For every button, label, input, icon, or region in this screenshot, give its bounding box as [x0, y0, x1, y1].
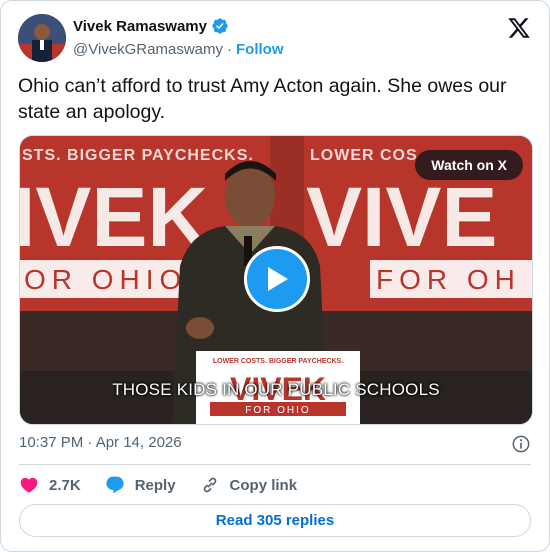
- banner-right-sub: FOR OH: [376, 264, 521, 295]
- author-handle[interactable]: @VivekGRamaswamy: [73, 41, 223, 58]
- author-handle-row: @VivekGRamaswamy · Follow: [73, 41, 284, 58]
- author-name-row: Vivek Ramaswamy: [73, 17, 229, 35]
- banner-right-big: VIVE: [306, 170, 497, 264]
- banner-left-top: STS. BIGGER PAYCHECKS.: [22, 147, 254, 164]
- banner-right-top: LOWER COS: [310, 147, 418, 164]
- action-bar: 2.7K Reply Copy link: [19, 473, 321, 497]
- banner-left-sub: OR OHIO: [24, 264, 187, 295]
- follow-button[interactable]: Follow: [236, 41, 284, 58]
- play-icon: [268, 267, 288, 291]
- video-caption: THOSE KIDS IN OUR PUBLIC SCHOOLS: [112, 380, 440, 399]
- reply-label: Reply: [134, 476, 176, 494]
- reply-button[interactable]: Reply: [105, 475, 176, 495]
- banner-left-big: IVEK: [20, 170, 208, 264]
- x-logo-icon[interactable]: [507, 16, 531, 40]
- read-replies-button[interactable]: Read 305 replies: [19, 504, 531, 537]
- copy-link-label: Copy link: [229, 476, 298, 494]
- reply-bubble-icon: [106, 476, 124, 494]
- video-media[interactable]: STS. BIGGER PAYCHECKS. IVEK OR OHIO LOWE…: [19, 135, 533, 425]
- tweet-card: Vivek Ramaswamy @VivekGRamaswamy · Follo…: [0, 0, 550, 552]
- copy-link-button[interactable]: Copy link: [200, 475, 298, 495]
- heart-icon: [20, 477, 38, 493]
- tweet-timestamp[interactable]: 10:37 PM · Apr 14, 2026: [19, 434, 182, 451]
- like-button[interactable]: 2.7K: [19, 475, 81, 495]
- divider: [19, 464, 531, 465]
- link-icon: [203, 477, 216, 493]
- play-button[interactable]: [244, 246, 310, 312]
- tweet-text: Ohio can’t afford to trust Amy Acton aga…: [18, 75, 507, 123]
- info-icon[interactable]: [511, 434, 531, 454]
- separator-dot: ·: [227, 41, 232, 58]
- author-display-name[interactable]: Vivek Ramaswamy: [73, 18, 207, 35]
- avatar[interactable]: [18, 14, 66, 62]
- verified-badge-icon: [212, 18, 228, 34]
- like-count: 2.7K: [49, 476, 81, 494]
- watch-on-x-button[interactable]: Watch on X: [415, 150, 523, 180]
- podium-sub: FOR OHIO: [245, 405, 310, 416]
- podium-top: LOWER COSTS. BIGGER PAYCHECKS.: [213, 358, 343, 365]
